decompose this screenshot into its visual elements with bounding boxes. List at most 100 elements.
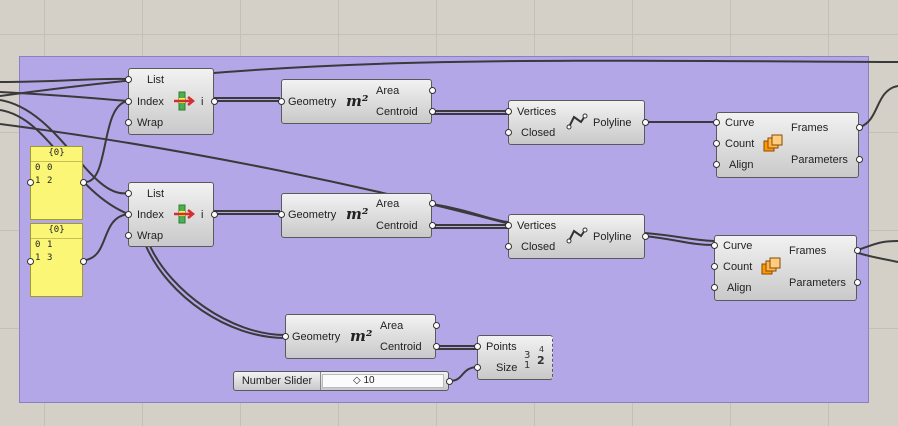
points-list-component[interactable]: Points Size 3 4 2 1 xyxy=(474,335,553,380)
output-frames-label: Frames xyxy=(791,122,829,134)
wire-left-3 xyxy=(0,91,129,102)
panel-row-value: 1 xyxy=(47,240,53,250)
slider-track[interactable]: ◇ 10 xyxy=(322,374,444,388)
area-icon: m² xyxy=(346,205,369,223)
output-area-port[interactable] xyxy=(429,87,436,94)
input-align-label: Align xyxy=(729,159,754,171)
panel-input-port[interactable] xyxy=(27,258,34,265)
slider-output-port[interactable] xyxy=(446,378,453,385)
output-polyline-label: Polyline xyxy=(593,117,632,129)
frames-icon xyxy=(761,257,781,275)
frames-icon xyxy=(763,134,783,152)
input-list-port[interactable] xyxy=(125,190,132,197)
output-item-label: i xyxy=(201,96,204,108)
input-list-label: List xyxy=(147,74,165,86)
input-count-port[interactable] xyxy=(711,263,718,270)
input-index-label: Index xyxy=(137,96,164,108)
area-component-1[interactable]: Geometry m² Area Centroid xyxy=(278,79,436,124)
output-area-port[interactable] xyxy=(429,200,436,207)
output-item-label: i xyxy=(201,209,204,221)
input-vertices-label: Vertices xyxy=(517,220,557,232)
output-polyline-port[interactable] xyxy=(642,119,649,126)
output-parameters-port[interactable] xyxy=(856,156,863,163)
area-component-3[interactable]: Geometry m² Area Centroid xyxy=(282,314,440,359)
output-parameters-label: Parameters xyxy=(791,154,848,166)
input-vertices-port[interactable] xyxy=(505,222,512,229)
input-list-label: List xyxy=(147,188,165,200)
svg-text:2: 2 xyxy=(537,354,545,367)
input-closed-port[interactable] xyxy=(505,129,512,136)
output-frames-label: Frames xyxy=(789,245,827,257)
input-count-label: Count xyxy=(725,138,755,150)
input-count-label: Count xyxy=(723,261,753,273)
panel-header: {0} xyxy=(31,147,82,162)
output-area-label: Area xyxy=(376,85,400,97)
input-geometry-label: Geometry xyxy=(288,96,337,108)
area-component-2[interactable]: Geometry m² Area Centroid xyxy=(278,193,436,238)
input-closed-label: Closed xyxy=(521,241,556,253)
input-curve-port[interactable] xyxy=(711,242,718,249)
output-parameters-port[interactable] xyxy=(854,279,861,286)
polyline-component-1[interactable]: Vertices Closed Polyline xyxy=(505,100,649,145)
output-frames-port[interactable] xyxy=(854,247,861,254)
output-polyline-label: Polyline xyxy=(593,231,632,243)
wire-item2-area3 xyxy=(149,245,286,336)
perp-frames-component-2[interactable]: Curve Count Align Frames Parameters xyxy=(711,235,861,301)
input-wrap-label: Wrap xyxy=(137,230,164,242)
output-centroid-port[interactable] xyxy=(433,343,440,350)
output-centroid-label: Centroid xyxy=(380,341,422,353)
output-area-port[interactable] xyxy=(433,322,440,329)
input-wrap-port[interactable] xyxy=(125,232,132,239)
output-centroid-label: Centroid xyxy=(376,106,418,118)
panel-output-port[interactable] xyxy=(80,258,87,265)
point-list-icon: 3 4 2 1 xyxy=(524,345,545,370)
perp-frames-component-1[interactable]: Curve Count Align Frames Parameters xyxy=(713,112,863,178)
input-size-port[interactable] xyxy=(474,364,481,371)
input-wrap-port[interactable] xyxy=(125,119,132,126)
output-polyline-port[interactable] xyxy=(642,233,649,240)
panel-1[interactable]: {0} 0 0 1 2 xyxy=(27,146,87,220)
input-curve-port[interactable] xyxy=(713,119,720,126)
input-geometry-port[interactable] xyxy=(278,211,285,218)
input-index-port[interactable] xyxy=(125,98,132,105)
input-closed-port[interactable] xyxy=(505,243,512,250)
input-count-port[interactable] xyxy=(713,140,720,147)
list-item-component-1[interactable]: List Index Wrap i xyxy=(125,68,218,135)
panel-output-port[interactable] xyxy=(80,179,87,186)
input-index-port[interactable] xyxy=(125,211,132,218)
list-item-icon xyxy=(174,204,195,224)
panel-input-port[interactable] xyxy=(27,179,34,186)
output-item-port[interactable] xyxy=(211,98,218,105)
grasshopper-canvas[interactable]: List Index Wrap i List Index Wrap i Geom… xyxy=(0,0,898,426)
panel-2[interactable]: {0} 0 1 1 3 xyxy=(27,223,87,297)
output-centroid-port[interactable] xyxy=(429,108,436,115)
polyline-icon xyxy=(566,113,588,130)
output-centroid-port[interactable] xyxy=(429,222,436,229)
output-centroid-label: Centroid xyxy=(376,220,418,232)
output-item-port[interactable] xyxy=(211,211,218,218)
input-curve-label: Curve xyxy=(725,117,755,129)
input-vertices-port[interactable] xyxy=(505,108,512,115)
panel-header: {0} xyxy=(31,224,82,239)
wire-frames1-out xyxy=(859,85,898,128)
input-wrap-label: Wrap xyxy=(137,117,164,129)
area-icon: m² xyxy=(350,327,373,345)
output-area-label: Area xyxy=(376,198,400,210)
list-item-icon xyxy=(174,91,195,111)
input-geometry-port[interactable] xyxy=(282,333,289,340)
wire-item2-area3-b xyxy=(145,245,286,339)
output-frames-port[interactable] xyxy=(856,124,863,131)
input-points-port[interactable] xyxy=(474,343,481,350)
input-align-label: Align xyxy=(727,282,752,294)
number-slider[interactable]: Number Slider ◇ 10 xyxy=(233,371,453,391)
wire-frames2-out-b xyxy=(857,252,898,263)
input-align-port[interactable] xyxy=(711,284,718,291)
input-geometry-port[interactable] xyxy=(278,98,285,105)
input-align-port[interactable] xyxy=(713,161,720,168)
polyline-component-2[interactable]: Vertices Closed Polyline xyxy=(505,214,649,259)
panel-row-value: 0 xyxy=(47,163,53,173)
list-item-component-2[interactable]: List Index Wrap i xyxy=(125,182,218,247)
panel-row-index: 0 xyxy=(35,163,41,173)
input-curve-label: Curve xyxy=(723,240,753,252)
input-list-port[interactable] xyxy=(125,76,132,83)
